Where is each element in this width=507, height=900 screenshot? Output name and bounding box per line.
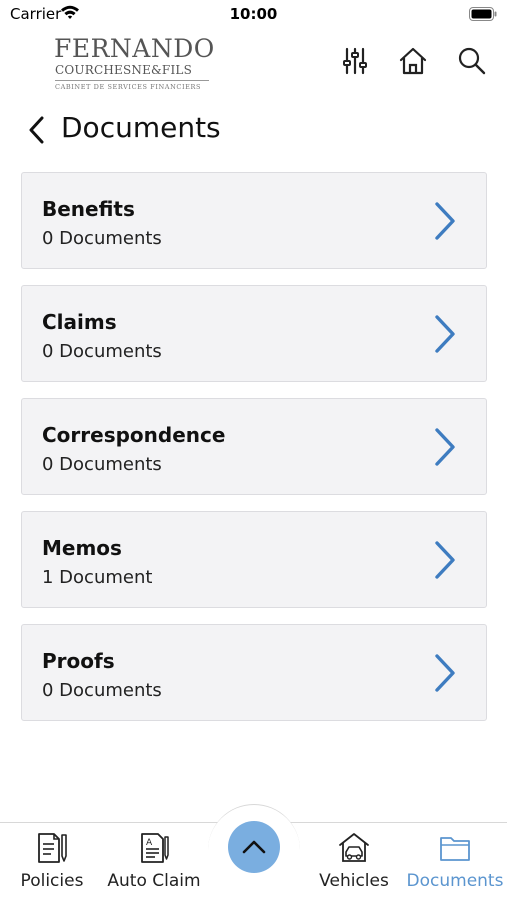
tab-policies[interactable]: Policies — [14, 823, 90, 900]
clock: 10:00 — [229, 5, 278, 23]
folder-name: Proofs — [42, 649, 115, 673]
folder-document-count: 1 Document — [42, 567, 153, 588]
folder-item-benefits[interactable]: Benefits 0 Documents — [21, 172, 487, 269]
page-title: Documents — [61, 111, 221, 144]
folder-name: Memos — [42, 536, 122, 560]
folder-item-memos[interactable]: Memos 1 Document — [21, 511, 487, 608]
document-folder-list: Benefits 0 Documents Claims 0 Documents … — [21, 172, 487, 737]
chevron-right-icon — [435, 202, 455, 240]
folder-document-count: 0 Documents — [42, 341, 162, 362]
logo-line2: COURCHESNE&FILS — [55, 63, 192, 77]
chevron-right-icon — [435, 654, 455, 692]
home-icon[interactable] — [396, 44, 430, 78]
battery-icon — [469, 6, 497, 25]
sliders-icon[interactable] — [338, 44, 372, 78]
chevron-up-icon — [242, 840, 266, 854]
chevron-right-icon — [435, 428, 455, 466]
chevron-right-icon — [435, 315, 455, 353]
logo-line1: FERNANDO — [54, 34, 215, 63]
status-bar: Carrier 10:00 — [0, 0, 507, 28]
folder-item-correspondence[interactable]: Correspondence 0 Documents — [21, 398, 487, 495]
expand-menu-button[interactable] — [228, 821, 280, 873]
logo-line3: CABINET DE SERVICES FINANCIERS — [55, 80, 209, 91]
folder-name: Claims — [42, 310, 117, 334]
company-logo[interactable]: FERNANDO COURCHESNE&FILS CABINET DE SERV… — [54, 34, 215, 92]
folder-document-count: 0 Documents — [42, 680, 162, 701]
tab-label: Vehicles — [319, 871, 389, 891]
car-garage-icon — [337, 831, 371, 865]
folder-item-claims[interactable]: Claims 0 Documents — [21, 285, 487, 382]
tab-label: Documents — [406, 871, 504, 891]
folder-document-count: 0 Documents — [42, 454, 162, 475]
chevron-right-icon — [435, 541, 455, 579]
tab-documents[interactable]: Documents — [406, 823, 504, 900]
search-icon[interactable] — [455, 44, 489, 78]
folder-name: Correspondence — [42, 423, 226, 447]
folder-name: Benefits — [42, 197, 135, 221]
folder-icon — [438, 831, 472, 865]
tab-auto-claim[interactable]: A Auto Claim — [106, 823, 202, 900]
auto-claim-form-icon: A — [137, 831, 171, 865]
app-header: FERNANDO COURCHESNE&FILS CABINET DE SERV… — [0, 28, 507, 98]
back-chevron-icon[interactable] — [22, 114, 50, 146]
folder-item-proofs[interactable]: Proofs 0 Documents — [21, 624, 487, 721]
tab-label: Policies — [20, 871, 84, 891]
svg-text:A: A — [146, 838, 153, 848]
folder-document-count: 0 Documents — [42, 228, 162, 249]
policy-document-icon — [35, 831, 69, 865]
tab-vehicles[interactable]: Vehicles — [316, 823, 392, 900]
page-title-row: Documents — [0, 108, 507, 152]
tab-label: Auto Claim — [107, 871, 201, 891]
